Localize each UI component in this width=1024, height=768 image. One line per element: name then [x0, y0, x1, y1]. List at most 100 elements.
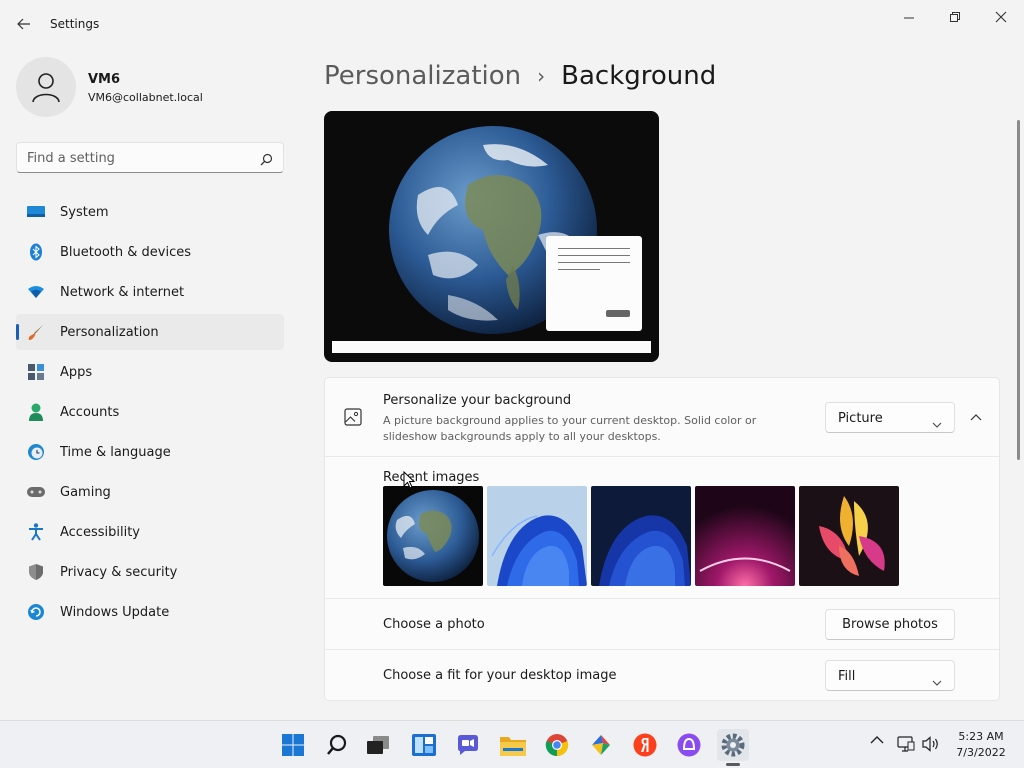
- user-name: VM6: [88, 72, 121, 87]
- sidebar-item-label: Network & internet: [60, 284, 185, 300]
- show-hidden-icons-button[interactable]: [870, 735, 884, 745]
- avatar[interactable]: [16, 57, 76, 117]
- close-icon: [995, 11, 1007, 23]
- app-icon: [592, 735, 610, 755]
- sidebar-item-time-language[interactable]: Time & language: [16, 434, 284, 470]
- scrollbar[interactable]: [1017, 120, 1020, 460]
- restore-button[interactable]: [932, 6, 978, 28]
- yandex-button[interactable]: [629, 729, 661, 761]
- update-icon: [27, 603, 45, 621]
- taskbar: 5:23 AM 7/3/2022: [0, 720, 1024, 768]
- settings-button[interactable]: [717, 729, 749, 761]
- background-type-dropdown[interactable]: Picture: [825, 402, 955, 433]
- sidebar-item-personalization[interactable]: Personalization: [16, 314, 284, 350]
- preview-taskbar: [332, 341, 651, 353]
- sidebar-item-label: Accounts: [60, 404, 120, 420]
- sidebar-item-label: Windows Update: [60, 604, 170, 620]
- chevron-down-icon: [932, 414, 942, 433]
- file-explorer-icon: [500, 737, 526, 756]
- gamepad-icon: [27, 483, 45, 501]
- taskbar-search-button[interactable]: [321, 729, 353, 761]
- background-settings-card: Personalize your background A picture ba…: [324, 377, 1000, 701]
- chat-button[interactable]: [452, 729, 484, 761]
- recent-image-flower-ribbon[interactable]: [799, 486, 899, 586]
- page-title: Background: [561, 61, 717, 91]
- sidebar-item-privacy[interactable]: Privacy & security: [16, 554, 284, 590]
- chevron-down-icon: [932, 672, 942, 691]
- sidebar-item-apps[interactable]: Apps: [16, 354, 284, 390]
- back-button[interactable]: [10, 12, 38, 36]
- recent-image-bloom-light[interactable]: [487, 486, 587, 586]
- settings-icon: [721, 733, 745, 757]
- title-bar: Settings: [0, 0, 1024, 48]
- minimize-icon: [904, 17, 914, 19]
- accessibility-icon: [27, 523, 45, 541]
- recent-image-purple-glow[interactable]: [695, 486, 795, 586]
- browse-photos-button[interactable]: Browse photos: [825, 609, 955, 640]
- fit-dropdown[interactable]: Fill: [825, 660, 955, 691]
- person-icon: [27, 403, 45, 421]
- choose-photo-label: Choose a photo: [383, 617, 485, 632]
- search-icon[interactable]: [260, 151, 273, 170]
- sidebar-item-label: Bluetooth & devices: [60, 244, 191, 260]
- sidebar-item-accessibility[interactable]: Accessibility: [16, 514, 284, 550]
- volume-tray-button[interactable]: [922, 736, 940, 752]
- collapse-button[interactable]: [963, 404, 989, 430]
- widgets-icon: [412, 734, 436, 756]
- sidebar-item-label: Apps: [60, 364, 93, 380]
- sidebar-item-label: Privacy & security: [60, 564, 178, 580]
- person-icon: [32, 73, 60, 103]
- sidebar-item-network[interactable]: Network & internet: [16, 274, 284, 310]
- sidebar-item-bluetooth[interactable]: Bluetooth & devices: [16, 234, 284, 270]
- breadcrumb: Personalization › Background: [324, 58, 716, 94]
- chat-icon: [458, 735, 478, 755]
- apps-icon: [27, 363, 45, 381]
- minimize-button[interactable]: [886, 6, 932, 28]
- choose-fit-label: Choose a fit for your desktop image: [383, 668, 617, 683]
- mouse-cursor-icon: [403, 471, 415, 489]
- search-input[interactable]: [27, 149, 247, 167]
- restore-icon: [950, 12, 960, 22]
- start-icon: [282, 734, 304, 756]
- breadcrumb-separator: ›: [537, 64, 546, 88]
- app-button[interactable]: [585, 729, 617, 761]
- background-type-value: Picture: [838, 411, 883, 426]
- personalize-description: A picture background applies to your cur…: [383, 414, 757, 443]
- yandex-icon: [633, 733, 657, 757]
- sidebar-item-accounts[interactable]: Accounts: [16, 394, 284, 430]
- alice-button[interactable]: [673, 729, 705, 761]
- purple-glow-image: [695, 486, 795, 586]
- search-icon: [327, 734, 347, 755]
- file-explorer-button[interactable]: [497, 729, 529, 761]
- preview-window: [546, 236, 642, 331]
- personalize-title: Personalize your background: [383, 393, 572, 408]
- sidebar-item-system[interactable]: System: [16, 194, 284, 230]
- task-view-button[interactable]: [362, 729, 394, 761]
- clock[interactable]: 5:23 AM 7/3/2022: [946, 729, 1016, 761]
- volume-icon: [922, 736, 938, 752]
- widgets-button[interactable]: [408, 729, 440, 761]
- sidebar-item-label: System: [60, 204, 109, 220]
- sidebar-item-label: Gaming: [60, 484, 111, 500]
- choose-fit-row: Choose a fit for your desktop image Fill: [325, 651, 999, 701]
- sidebar-item-label: Personalization: [60, 324, 159, 340]
- breadcrumb-parent[interactable]: Personalization: [324, 61, 521, 91]
- clock-date: 7/3/2022: [956, 746, 1006, 759]
- chevron-up-icon: [870, 736, 884, 744]
- sidebar-item-gaming[interactable]: Gaming: [16, 474, 284, 510]
- recent-image-earth[interactable]: [383, 486, 483, 586]
- chrome-button[interactable]: [541, 729, 573, 761]
- app-title: Settings: [50, 17, 100, 31]
- sidebar-item-windows-update[interactable]: Windows Update: [16, 594, 284, 630]
- sidebar-item-label: Accessibility: [60, 524, 140, 540]
- clock-time: 5:23 AM: [958, 730, 1004, 743]
- network-tray-button[interactable]: [897, 736, 915, 752]
- start-button[interactable]: [277, 729, 309, 761]
- user-email: VM6@collabnet.local: [88, 91, 203, 104]
- task-view-icon: [367, 736, 389, 754]
- chevron-up-icon: [970, 414, 982, 421]
- search-box[interactable]: [16, 142, 284, 173]
- recent-image-bloom-dark[interactable]: [591, 486, 691, 586]
- choose-photo-row: Choose a photo Browse photos: [325, 600, 999, 650]
- close-button[interactable]: [978, 6, 1024, 28]
